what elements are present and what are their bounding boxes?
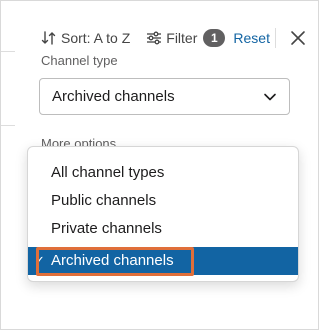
channel-type-select[interactable]: Archived channels xyxy=(39,78,290,115)
option-all-channel-types[interactable]: All channel types xyxy=(28,159,298,187)
channel-type-value: Archived channels xyxy=(52,88,175,105)
channel-type-dropdown: All channel types Public channels Privat… xyxy=(27,146,299,282)
filter-button[interactable]: Filter 1 xyxy=(130,29,226,47)
close-icon[interactable] xyxy=(289,29,307,47)
option-archived-channels-label: Archived channels xyxy=(51,252,174,269)
option-archived-channels[interactable]: ✓ Archived channels xyxy=(28,247,298,276)
left-panel-edge xyxy=(1,51,15,126)
sort-label: Sort: A to Z xyxy=(61,30,131,46)
option-public-channels[interactable]: Public channels xyxy=(28,187,298,215)
sort-button[interactable]: Sort: A to Z xyxy=(41,30,130,46)
filter-count-badge: 1 xyxy=(203,29,226,47)
filter-panel: Sort: A to Z Filter 1 Reset Channel type… xyxy=(0,0,319,330)
sliders-icon xyxy=(147,31,162,45)
filter-label: Filter xyxy=(166,30,198,46)
reset-link[interactable]: Reset xyxy=(233,30,270,46)
filter-toolbar: Sort: A to Z Filter 1 Reset xyxy=(41,27,270,49)
toolbar-divider xyxy=(275,28,276,48)
check-icon: ✓ xyxy=(34,253,45,268)
sort-arrows-icon xyxy=(41,31,56,45)
option-private-channels[interactable]: Private channels xyxy=(28,215,298,243)
channel-type-label: Channel type xyxy=(41,53,118,68)
chevron-down-icon xyxy=(264,93,276,101)
